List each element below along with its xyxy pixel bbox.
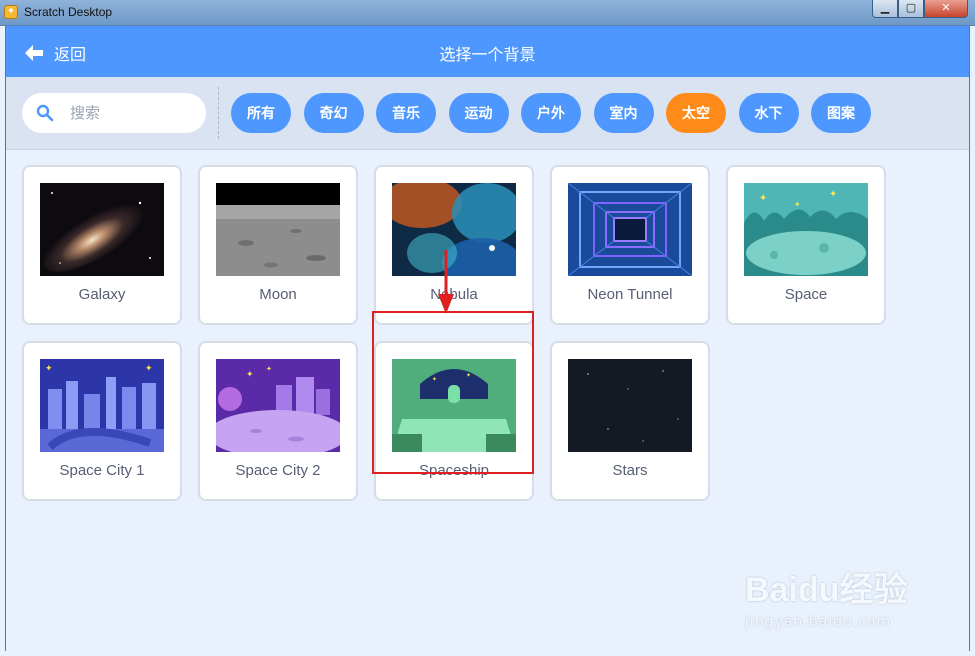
backdrop-card-space-city-1[interactable]: ✦ ✦ Space City 1	[22, 341, 182, 501]
filter-divider	[218, 87, 219, 139]
page-title: 选择一个背景	[439, 45, 536, 64]
tag-fantasy[interactable]: 奇幻	[303, 93, 364, 133]
backdrop-name: Moon	[259, 286, 297, 303]
maximize-button[interactable]: ▢	[898, 0, 924, 18]
tag-outdoors[interactable]: 户外	[521, 93, 581, 133]
svg-text:✦: ✦	[794, 200, 801, 209]
backdrop-name: Galaxy	[78, 286, 126, 303]
search-box[interactable]	[22, 93, 206, 133]
space-city-1-thumbnail: ✦ ✦	[40, 359, 164, 452]
backdrop-card-nebula[interactable]: Nebula	[374, 165, 534, 325]
backdrop-name: Stars	[612, 462, 648, 479]
backdrop-name: Space City 1	[59, 462, 145, 479]
nebula-thumbnail	[392, 183, 516, 276]
window-title: Scratch Desktop	[24, 5, 113, 19]
moon-thumbnail	[216, 183, 340, 276]
backdrop-card-space[interactable]: ✦ ✦ ✦ Space	[726, 165, 886, 325]
backdrop-card-neon-tunnel[interactable]: Neon Tunnel	[550, 165, 710, 325]
backdrop-name: Space	[784, 286, 828, 303]
tag-space[interactable]: 太空	[666, 93, 726, 133]
svg-text:✦: ✦	[145, 364, 153, 374]
scratch-app-icon: ✦	[4, 5, 18, 19]
backdrop-name: Spaceship	[418, 462, 490, 479]
backdrop-card-stars[interactable]: Stars	[550, 341, 710, 501]
space-city-2-thumbnail: ✦ ✦	[216, 359, 340, 452]
search-icon	[36, 104, 54, 122]
svg-text:✦: ✦	[246, 370, 254, 380]
tag-all[interactable]: 所有	[231, 93, 291, 133]
backdrop-name: Nebula	[430, 286, 478, 303]
galaxy-thumbnail	[40, 183, 164, 276]
tag-music[interactable]: 音乐	[376, 93, 436, 133]
svg-text:✦: ✦	[432, 376, 437, 383]
backdrop-card-galaxy[interactable]: Galaxy	[22, 165, 182, 325]
backdrop-name: Neon Tunnel	[587, 286, 673, 303]
tag-list: 所有 奇幻 音乐 运动 户外 室内 太空 水下 图案	[231, 93, 884, 133]
neon-tunnel-thumbnail	[568, 183, 692, 276]
tag-sports[interactable]: 运动	[448, 93, 509, 133]
tag-indoors[interactable]: 室内	[593, 93, 654, 133]
svg-text:✦: ✦	[45, 364, 53, 374]
backdrop-library-dialog: 返回 选择一个背景 所有 奇幻 音乐 运动 户外 室内 太空 水下 图案	[5, 26, 970, 651]
space-thumbnail: ✦ ✦ ✦	[744, 183, 868, 276]
window-titlebar: ✦ Scratch Desktop ▁ ▢ ✕	[0, 0, 975, 26]
tag-patterns[interactable]: 图案	[811, 93, 871, 133]
backdrop-name: Space City 2	[235, 462, 321, 479]
backdrop-card-space-city-2[interactable]: ✦ ✦ Space City 2	[198, 341, 358, 501]
backdrop-card-moon[interactable]: Moon	[198, 165, 358, 325]
spaceship-thumbnail: ✦ ✦	[392, 359, 516, 452]
close-button[interactable]: ✕	[924, 0, 968, 18]
stars-thumbnail	[568, 359, 692, 452]
search-input[interactable]	[70, 102, 194, 124]
dialog-header: 返回 选择一个背景	[6, 26, 969, 77]
svg-text:✦: ✦	[829, 189, 837, 200]
filter-bar: 所有 奇幻 音乐 运动 户外 室内 太空 水下 图案	[6, 77, 969, 150]
minimize-button[interactable]: ▁	[872, 0, 898, 18]
backdrop-card-spaceship[interactable]: ✦ ✦ Spaceship	[374, 341, 534, 501]
window-controls: ▁ ▢ ✕	[872, 0, 968, 18]
svg-text:✦: ✦	[466, 372, 471, 379]
svg-text:✦: ✦	[759, 193, 767, 204]
svg-text:✦: ✦	[266, 365, 272, 373]
tag-underwater[interactable]: 水下	[738, 93, 799, 133]
